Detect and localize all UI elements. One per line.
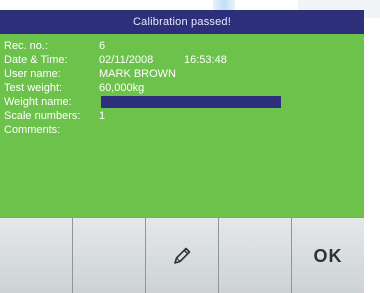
softkey-2[interactable]: [73, 218, 146, 293]
weight-name-field[interactable]: [101, 96, 281, 108]
test-weight-value: 60,000kg: [99, 82, 145, 94]
softkey-4[interactable]: [219, 218, 292, 293]
weight-name-label: Weight name:: [4, 96, 72, 108]
rec-no-value: 6: [99, 40, 106, 52]
title-bar: Calibration passed!: [0, 10, 364, 34]
softkey-1[interactable]: [0, 218, 73, 293]
rec-no-label: Rec. no.:: [4, 40, 49, 52]
ok-button[interactable]: OK: [292, 218, 364, 293]
scale-numbers-value: 1: [99, 110, 106, 122]
date-time-label: Date & Time:: [4, 54, 68, 66]
time-value: 16:53:48: [184, 54, 227, 66]
scale-numbers-label: Scale numbers:: [4, 110, 81, 122]
edit-button[interactable]: [146, 218, 219, 293]
user-name-value: MARK BROWN: [99, 68, 176, 80]
date-value: 02/11/2008: [99, 54, 154, 66]
user-name-label: User name:: [4, 68, 61, 80]
pencil-icon: [171, 245, 193, 267]
terminal-screen: Calibration passed! Rec. no.: 6 Date & T…: [0, 10, 364, 293]
comments-label: Comments:: [4, 124, 61, 136]
softkey-bar: OK: [0, 217, 364, 293]
calibration-info: Rec. no.: 6 Date & Time: 02/11/2008 16:5…: [0, 37, 364, 222]
ok-label: OK: [313, 245, 343, 266]
test-weight-label: Test weight:: [4, 82, 63, 94]
